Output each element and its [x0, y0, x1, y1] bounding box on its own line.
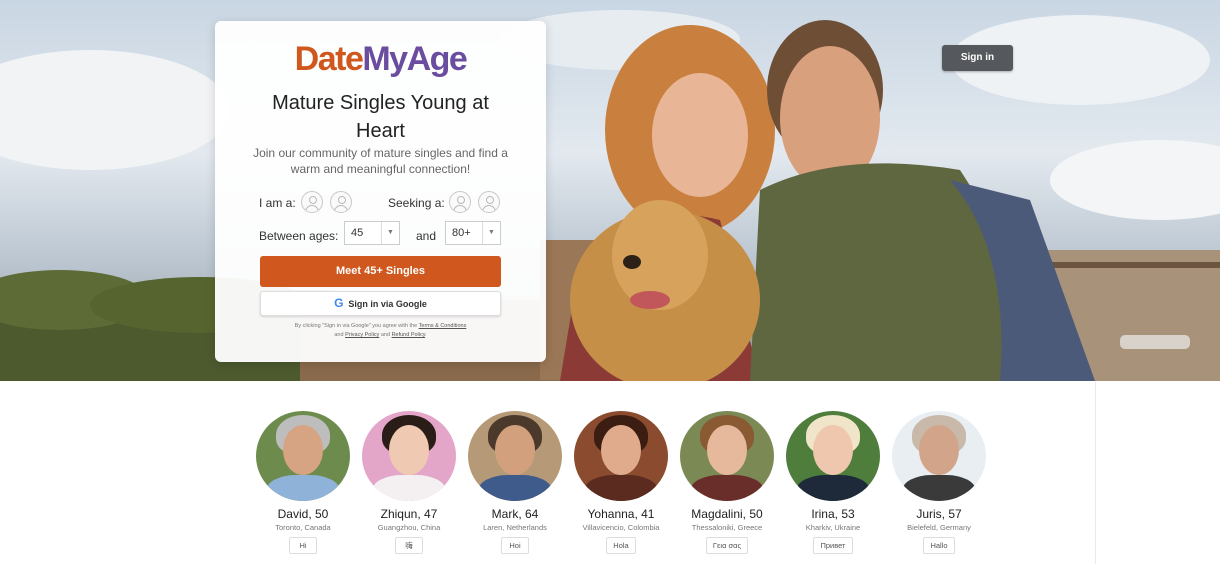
profile-name[interactable]: Zhiqun, 47	[356, 507, 462, 521]
age-to-value: 80+	[452, 227, 471, 239]
legal-and-1: and	[334, 332, 344, 338]
avatar[interactable]	[468, 411, 562, 501]
profile-name[interactable]: Magdalini, 50	[674, 507, 780, 521]
seeking-label: Seeking a:	[388, 196, 445, 210]
greeting-button[interactable]: Hoi	[501, 537, 529, 554]
hero-photo	[0, 10, 1220, 381]
page-subtitle: Join our community of mature singles and…	[253, 146, 508, 176]
google-signin-button[interactable]: G Sign in via Google	[260, 291, 501, 316]
greeting-button[interactable]: Hola	[606, 537, 636, 554]
profile-card[interactable]: Yohanna, 41 Villavicencio, Colombia Hola	[568, 411, 674, 554]
profile-location: Toronto, Canada	[275, 523, 331, 532]
profile-card[interactable]: Juris, 57 Bielefeld, Germany Hallo	[886, 411, 992, 554]
profile-location: Guangzhou, China	[377, 523, 441, 532]
seeking-male-icon[interactable]	[449, 191, 471, 213]
refund-link[interactable]: Refund Policy	[392, 332, 426, 338]
profile-card[interactable]: Irina, 53 Kharkiv, Ukraine Привет	[780, 411, 886, 554]
age-to-select[interactable]: 80+ ▼	[445, 221, 501, 245]
profile-card[interactable]: Zhiqun, 47 Guangzhou, China 嗨	[356, 411, 462, 554]
sign-in-button[interactable]: Sign in	[942, 45, 1013, 71]
seeking-female-icon[interactable]	[478, 191, 500, 213]
profile-card[interactable]: Mark, 64 Laren, Netherlands Hoi	[462, 411, 568, 554]
profile-location: Laren, Netherlands	[483, 523, 547, 532]
profile-name[interactable]: Juris, 57	[886, 507, 992, 521]
profile-location: Bielefeld, Germany	[907, 523, 971, 532]
hero-banner: Sign in DateMyAge Mature Singles Young a…	[0, 0, 1220, 381]
profile-name[interactable]: David, 50	[250, 507, 356, 521]
greeting-button[interactable]: Hi	[289, 537, 317, 554]
greeting-button[interactable]: 嗨	[395, 537, 423, 554]
and-label: and	[416, 229, 437, 243]
signup-card: DateMyAge Mature Singles Young at Heart …	[215, 21, 546, 362]
profile-card[interactable]: Magdalini, 50 Thessaloniki, Greece Γεια …	[674, 411, 780, 554]
logo-part-myage: MyAge	[362, 40, 467, 78]
legal-text: By clicking "Sign in via Google" you agr…	[294, 323, 467, 338]
logo[interactable]: DateMyAge	[215, 39, 546, 79]
avatar[interactable]	[362, 411, 456, 501]
logo-part-date: Date	[294, 40, 364, 78]
female-gender-icon[interactable]	[330, 191, 352, 213]
profile-name[interactable]: Yohanna, 41	[568, 507, 674, 521]
profile-name[interactable]: Mark, 64	[462, 507, 568, 521]
greeting-button[interactable]: Γεια σας	[705, 537, 749, 554]
profile-location: Villavicencio, Colombia	[582, 523, 660, 532]
greeting-button[interactable]: Привет	[813, 537, 853, 554]
chevron-down-icon: ▼	[381, 222, 399, 244]
legal-and-2: and	[380, 332, 391, 338]
greeting-button[interactable]: Hallo	[923, 537, 955, 554]
google-icon: G	[334, 296, 344, 310]
between-ages-label: Between ages:	[259, 229, 339, 243]
privacy-link[interactable]: Privacy Policy	[345, 332, 379, 338]
chevron-down-icon: ▼	[482, 222, 500, 244]
divider	[1095, 381, 1096, 564]
legal-prefix: By clicking "Sign in via Google" you agr…	[294, 323, 418, 329]
profile-location: Kharkiv, Ukraine	[805, 523, 861, 532]
profiles-strip: David, 50 Toronto, Canada Hi Zhiqun, 47 …	[0, 381, 1220, 564]
profile-location: Thessaloniki, Greece	[691, 523, 763, 532]
google-signin-label: Sign in via Google	[348, 299, 427, 309]
male-gender-icon[interactable]	[301, 191, 323, 213]
avatar[interactable]	[256, 411, 350, 501]
avatar[interactable]	[574, 411, 668, 501]
age-from-value: 45	[351, 227, 364, 239]
page-title: Mature Singles Young at Heart	[272, 92, 489, 142]
iam-label: I am a:	[259, 196, 296, 210]
profile-name[interactable]: Irina, 53	[780, 507, 886, 521]
profile-card[interactable]: David, 50 Toronto, Canada Hi	[250, 411, 356, 554]
avatar[interactable]	[786, 411, 880, 501]
age-from-select[interactable]: 45 ▼	[344, 221, 400, 245]
avatar[interactable]	[892, 411, 986, 501]
terms-link[interactable]: Terms & Conditions	[419, 323, 467, 329]
meet-singles-button[interactable]: Meet 45+ Singles	[260, 256, 501, 287]
avatar[interactable]	[680, 411, 774, 501]
